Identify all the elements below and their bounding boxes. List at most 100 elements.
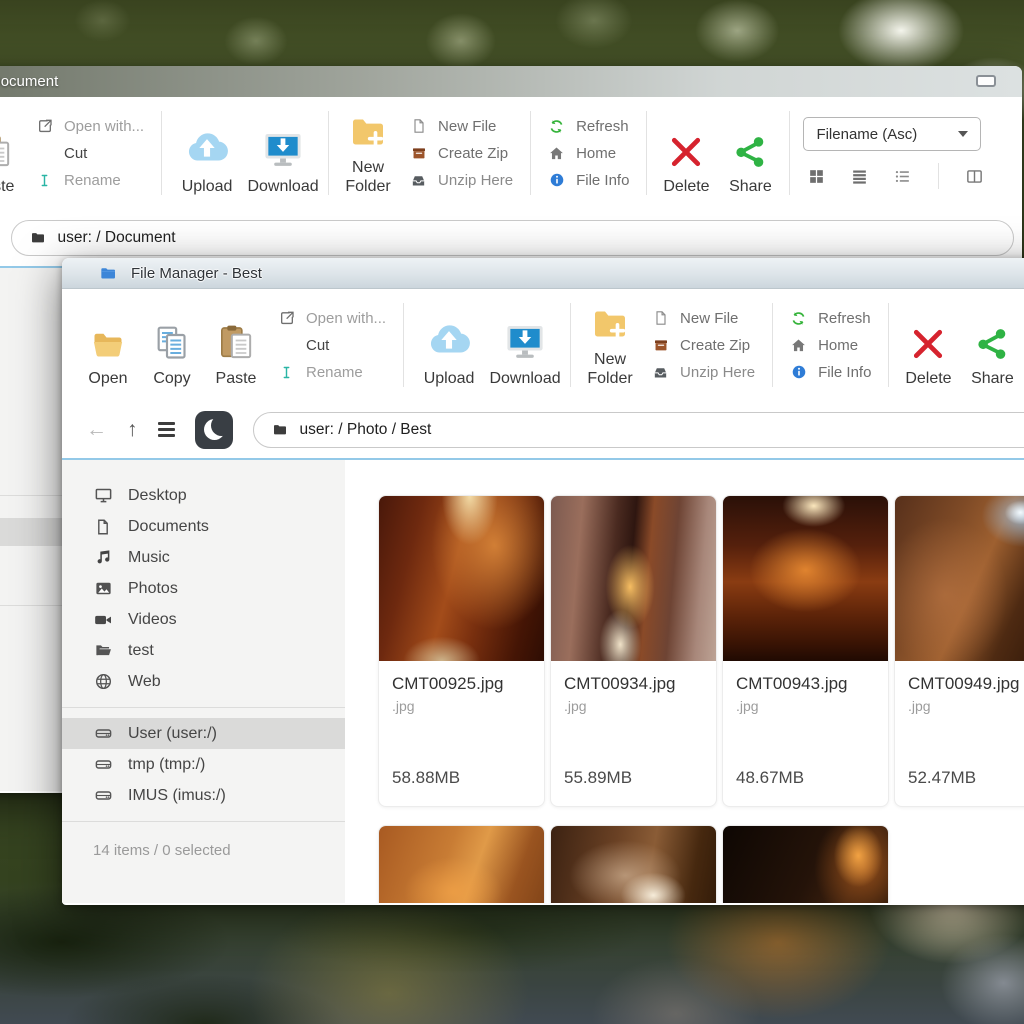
breadcrumb-path: user: / Photo / Best	[300, 421, 432, 439]
window-titlebar[interactable]: File Manager - Document	[0, 66, 1022, 97]
file-thumbnail	[379, 826, 544, 903]
back-button[interactable]: ←	[86, 419, 107, 440]
minimize-button[interactable]	[976, 75, 996, 87]
cut-button[interactable]: Cut	[36, 145, 144, 162]
view-rows-button[interactable]	[850, 167, 869, 186]
cut-button[interactable]: Cut	[278, 337, 386, 354]
file-card[interactable]	[378, 825, 545, 903]
sidebar-item-videos[interactable]: Videos	[62, 604, 345, 635]
menu-button[interactable]	[158, 422, 175, 436]
paste-button[interactable]: Paste	[0, 97, 26, 209]
delete-icon	[909, 313, 947, 363]
download-button[interactable]: Download	[245, 97, 321, 209]
breadcrumb[interactable]: user: / Document	[11, 220, 1015, 256]
file-extension: .jpg	[564, 698, 703, 714]
view-grid-button[interactable]	[807, 167, 826, 186]
new-file-icon	[410, 118, 427, 135]
sidebar-item-test[interactable]: test	[62, 635, 345, 666]
file-card[interactable]: CMT00943.jpg .jpg 48.67MB	[722, 495, 889, 807]
share-button[interactable]: Share	[960, 289, 1024, 401]
file-grid: CMT00925.jpg .jpg 58.88MB CMT00934.jpg .…	[345, 460, 1024, 903]
file-thumbnail	[551, 496, 716, 661]
view-columns-button[interactable]	[965, 167, 984, 186]
dark-mode-toggle[interactable]	[195, 411, 233, 449]
sidebar-volume-user[interactable]: User (user:/)	[62, 718, 345, 749]
cut-icon	[278, 337, 295, 354]
unzip-here-button[interactable]: Unzip Here	[410, 172, 513, 189]
toolbar-divider	[772, 303, 773, 387]
sidebar-volume-imus[interactable]: IMUS (imus:/)	[62, 780, 345, 811]
new-folder-icon	[346, 102, 390, 152]
cut-icon	[36, 145, 53, 162]
view-actions-group: Refresh Home File Info	[780, 289, 881, 401]
status-text: 14 items / 0 selected	[62, 842, 345, 859]
new-file-icon	[652, 310, 669, 327]
file-name: CMT00925.jpg	[392, 674, 531, 694]
refresh-button[interactable]: Refresh	[548, 118, 629, 135]
window-content: Desktop Documents Music Photos Videos te…	[62, 458, 1024, 903]
up-button[interactable]: ↑	[127, 419, 138, 440]
file-size: 58.88MB	[392, 768, 531, 796]
toolbar-divider	[570, 303, 571, 387]
folder-icon	[29, 230, 47, 246]
file-thumbnail	[379, 496, 544, 661]
rename-button[interactable]: Rename	[36, 172, 144, 189]
home-button[interactable]: Home	[790, 337, 871, 354]
upload-button[interactable]: Upload	[169, 97, 245, 209]
drive-icon	[93, 786, 113, 806]
sidebar-item-web[interactable]: Web	[62, 666, 345, 697]
upload-icon	[421, 313, 477, 363]
sidebar-item-music[interactable]: Music	[62, 542, 345, 573]
rename-icon	[36, 172, 53, 189]
file-card[interactable]	[722, 825, 889, 903]
delete-button[interactable]: Delete	[654, 97, 718, 209]
home-button[interactable]: Home	[548, 145, 629, 162]
sort-dropdown[interactable]: Filename (Asc)	[803, 117, 981, 151]
open-with-button[interactable]: Open with...	[36, 118, 144, 135]
desktop-icon	[93, 486, 113, 506]
file-info-button[interactable]: File Info	[548, 172, 629, 189]
sidebar-item-photos[interactable]: Photos	[62, 573, 345, 604]
open-button[interactable]: Open	[76, 289, 140, 401]
window-titlebar[interactable]: File Manager - Best	[62, 258, 1024, 289]
unzip-here-button[interactable]: Unzip Here	[652, 364, 755, 381]
create-zip-button[interactable]: Create Zip	[410, 145, 513, 162]
breadcrumb[interactable]: user: / Photo / Best	[253, 412, 1024, 448]
paste-button[interactable]: Paste	[204, 289, 268, 401]
toolbar-divider	[530, 111, 531, 195]
sidebar-item-documents[interactable]: Documents	[62, 511, 345, 542]
create-zip-button[interactable]: Create Zip	[652, 337, 755, 354]
new-folder-button[interactable]: New Folder	[336, 97, 400, 209]
new-file-button[interactable]: New File	[410, 118, 513, 135]
refresh-button[interactable]: Refresh	[790, 310, 871, 327]
file-card[interactable]: CMT00925.jpg .jpg 58.88MB	[378, 495, 545, 807]
file-name: CMT00943.jpg	[736, 674, 875, 694]
toolbar-divider	[161, 111, 162, 195]
share-button[interactable]: Share	[718, 97, 782, 209]
unzip-here-icon	[652, 364, 669, 381]
window-title: File Manager - Document	[0, 73, 58, 90]
open-with-icon	[36, 118, 53, 135]
open-with-button[interactable]: Open with...	[278, 310, 386, 327]
paste-icon	[216, 313, 256, 363]
file-card[interactable]	[550, 825, 717, 903]
download-button[interactable]: Download	[487, 289, 563, 401]
upload-button[interactable]: Upload	[411, 289, 487, 401]
new-file-button[interactable]: New File	[652, 310, 755, 327]
new-folder-button[interactable]: New Folder	[578, 289, 642, 401]
file-name: CMT00949.jpg	[908, 674, 1024, 694]
copy-button[interactable]: Copy	[140, 289, 204, 401]
delete-button[interactable]: Delete	[896, 289, 960, 401]
file-card[interactable]: CMT00949.jpg .jpg 52.47MB	[894, 495, 1024, 807]
rename-button[interactable]: Rename	[278, 364, 386, 381]
create-zip-icon	[652, 337, 669, 354]
breadcrumb-path: user: / Document	[58, 229, 176, 247]
file-info-button[interactable]: File Info	[790, 364, 871, 381]
sidebar-volume-tmp[interactable]: tmp (tmp:/)	[62, 749, 345, 780]
download-icon	[500, 313, 550, 363]
moon-icon	[204, 419, 225, 440]
view-list-button[interactable]	[893, 167, 912, 186]
sidebar-item-desktop[interactable]: Desktop	[62, 480, 345, 511]
file-name: CMT00934.jpg	[564, 674, 703, 694]
file-card[interactable]: CMT00934.jpg .jpg 55.89MB	[550, 495, 717, 807]
